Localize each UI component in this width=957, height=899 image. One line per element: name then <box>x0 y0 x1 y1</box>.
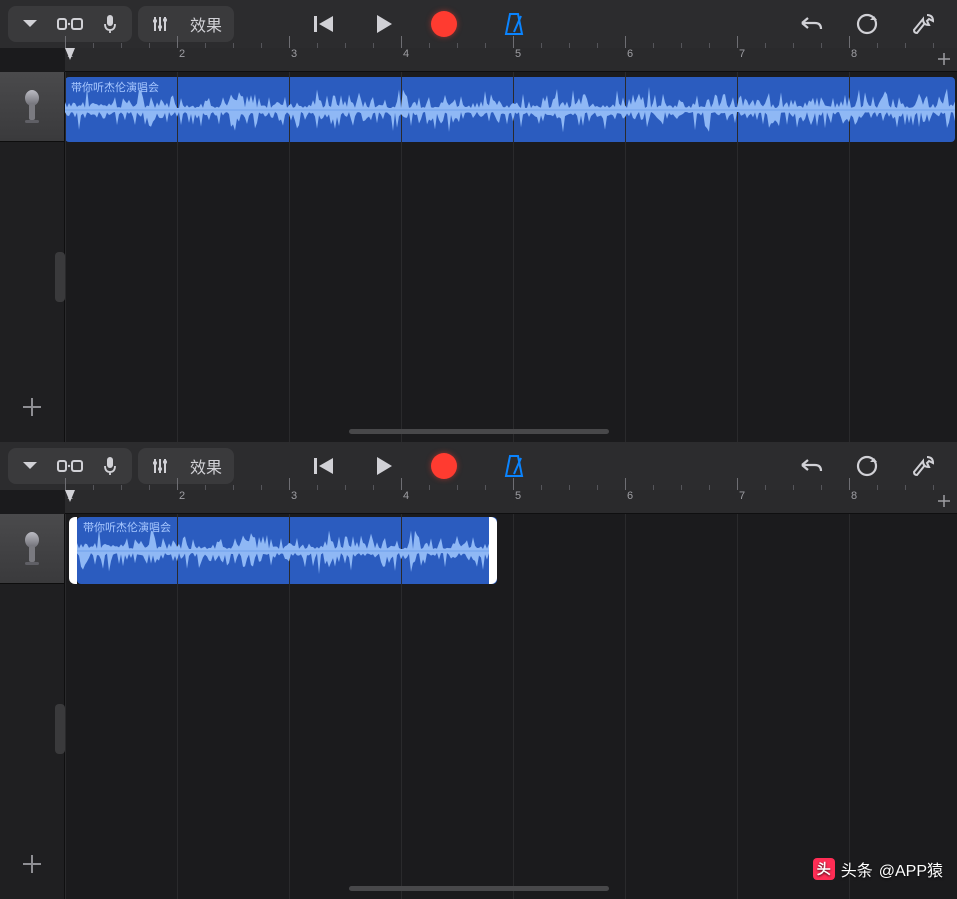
region-label: 带你听杰伦演唱会 <box>83 519 171 535</box>
toolbar: 效果 <box>0 442 957 490</box>
time-ruler[interactable]: 12345678 <box>65 48 957 72</box>
split-view-button[interactable] <box>52 6 88 42</box>
rewind-icon <box>313 14 335 34</box>
tracks-sidebar <box>0 72 65 442</box>
rewind-button[interactable] <box>306 448 342 484</box>
microphone-button[interactable] <box>92 448 128 484</box>
wrench-icon <box>911 454 935 478</box>
wrench-icon <box>911 12 935 36</box>
region-label: 带你听杰伦演唱会 <box>71 79 159 95</box>
sliders-icon <box>151 15 169 33</box>
record-button[interactable] <box>426 6 462 42</box>
split-view-icon <box>57 16 83 32</box>
right-tools <box>793 448 949 484</box>
add-track-button[interactable] <box>0 396 64 418</box>
ruler-add-button[interactable] <box>937 50 951 71</box>
microphone-icon <box>21 532 43 566</box>
transport-controls <box>296 6 472 42</box>
effects-button[interactable]: 效果 <box>182 448 230 484</box>
settings-button[interactable] <box>905 6 941 42</box>
metronome-button[interactable] <box>496 448 532 484</box>
region-handle-right[interactable] <box>489 517 497 584</box>
tracks-area: 带你听杰伦演唱会 <box>0 72 957 442</box>
microphone-icon <box>103 14 117 34</box>
watermark-handle: @APP猿 <box>879 857 943 881</box>
view-group <box>8 448 132 484</box>
audio-region-selected[interactable]: 带你听杰伦演唱会 <box>69 517 497 584</box>
view-group <box>8 6 132 42</box>
volume-handle[interactable] <box>55 704 65 754</box>
toolbar: 效果 <box>0 0 957 48</box>
chevron-down-icon <box>22 461 38 471</box>
undo-icon <box>799 457 823 475</box>
tracks-area: 带你听杰伦演唱会 <box>0 514 957 899</box>
microphone-button[interactable] <box>92 6 128 42</box>
metronome-icon <box>503 454 525 478</box>
metronome-icon <box>503 12 525 36</box>
split-view-button[interactable] <box>52 448 88 484</box>
track-header-audio[interactable] <box>0 514 64 584</box>
record-button[interactable] <box>426 448 462 484</box>
fx-group: 效果 <box>138 448 234 484</box>
split-view-icon <box>57 458 83 474</box>
home-indicator <box>349 886 609 891</box>
loop-icon <box>855 454 879 478</box>
play-icon <box>375 14 393 34</box>
loop-button[interactable] <box>849 448 885 484</box>
microphone-icon <box>21 90 43 124</box>
volume-handle[interactable] <box>55 252 65 302</box>
undo-icon <box>799 15 823 33</box>
sliders-icon <box>151 457 169 475</box>
loop-icon <box>855 12 879 36</box>
editor-panel-1: 效果 <box>0 0 957 442</box>
play-button[interactable] <box>366 6 402 42</box>
track-header-audio[interactable] <box>0 72 64 142</box>
waveform <box>65 85 955 135</box>
home-indicator <box>349 429 609 434</box>
region-handle-left[interactable] <box>69 517 77 584</box>
audio-region[interactable]: 带你听杰伦演唱会 <box>65 77 955 142</box>
playhead[interactable] <box>65 490 73 506</box>
add-track-button[interactable] <box>0 853 64 875</box>
ruler-add-button[interactable] <box>937 492 951 513</box>
metronome-button[interactable] <box>496 6 532 42</box>
tracks-sidebar <box>0 514 65 899</box>
plus-icon <box>937 52 951 66</box>
watermark-brand: 头条 <box>841 857 873 881</box>
loop-button[interactable] <box>849 6 885 42</box>
time-ruler[interactable]: 12345678 <box>65 490 957 514</box>
timeline[interactable]: 带你听杰伦演唱会 <box>65 72 957 442</box>
rewind-button[interactable] <box>306 6 342 42</box>
timeline[interactable]: 带你听杰伦演唱会 <box>65 514 957 899</box>
controls-button[interactable] <box>142 6 178 42</box>
plus-icon <box>21 396 43 418</box>
editor-panel-2: 效果 12345678 <box>0 442 957 899</box>
chevron-down-icon <box>22 19 38 29</box>
microphone-icon <box>103 456 117 476</box>
dropdown-button[interactable] <box>12 448 48 484</box>
transport-controls <box>296 448 472 484</box>
plus-icon <box>21 853 43 875</box>
fx-group: 效果 <box>138 6 234 42</box>
watermark: 头条 @APP猿 <box>813 857 943 881</box>
undo-button[interactable] <box>793 6 829 42</box>
record-icon <box>431 453 457 479</box>
dropdown-button[interactable] <box>12 6 48 42</box>
right-tools <box>793 6 949 42</box>
settings-button[interactable] <box>905 448 941 484</box>
record-icon <box>431 11 457 37</box>
play-icon <box>375 456 393 476</box>
play-button[interactable] <box>366 448 402 484</box>
undo-button[interactable] <box>793 448 829 484</box>
effects-button[interactable]: 效果 <box>182 6 230 42</box>
rewind-icon <box>313 456 335 476</box>
controls-button[interactable] <box>142 448 178 484</box>
toutiao-logo-icon <box>813 858 835 880</box>
plus-icon <box>937 494 951 508</box>
playhead[interactable] <box>65 48 73 64</box>
